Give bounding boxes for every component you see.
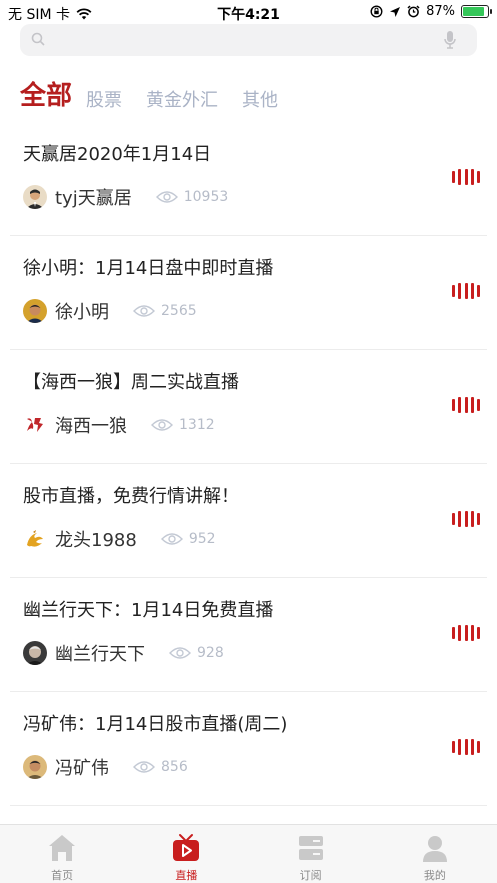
view-count-value: 928 — [197, 645, 224, 661]
tabbar-home-label: 首页 — [51, 869, 74, 882]
alarm-icon — [407, 5, 420, 18]
rotation-lock-icon — [370, 5, 383, 18]
view-count-value: 10953 — [183, 189, 229, 205]
broadcast-item[interactable]: 股市直播，免费行情讲解！ 龙头1988 952 — [10, 464, 487, 578]
view-count: 1312 — [151, 417, 215, 433]
author-name: 幽兰行天下 — [55, 644, 145, 665]
live-indicator-icon — [452, 168, 480, 186]
eye-icon — [160, 533, 183, 545]
category-tabs: 全部 股票 黄金外汇 其他 — [20, 74, 302, 114]
avatar — [23, 527, 47, 551]
tabbar-subscribe-label: 订阅 — [299, 869, 322, 882]
tabbar-mine[interactable]: 我的 — [373, 825, 497, 883]
avatar — [23, 185, 47, 209]
live-indicator-icon — [452, 738, 480, 756]
view-count-value: 952 — [188, 531, 216, 547]
view-count-value: 2565 — [161, 303, 197, 319]
tab-all[interactable]: 全部 — [20, 78, 72, 114]
author-name: tyj天赢居 — [55, 188, 132, 209]
broadcast-title: 徐小明：1月14日盘中即时直播 — [23, 258, 274, 279]
broadcast-item[interactable]: 冯矿伟：1月14日股市直播(周二) 冯矿伟 856 — [10, 692, 487, 806]
eye-icon — [169, 647, 191, 659]
broadcast-list: 天赢居2020年1月14日 tyj天赢居 10953 徐小明：1月14日盘中即时… — [0, 122, 497, 806]
author-info: 冯矿伟 856 — [23, 754, 188, 780]
status-right: 87% — [370, 4, 492, 19]
broadcast-title: 冯矿伟：1月14日股市直播(周二) — [23, 714, 288, 735]
broadcast-item[interactable]: 【海西一狼】周二实战直播 海西一狼 1312 — [10, 350, 487, 464]
eye-icon — [155, 191, 178, 203]
author-name: 徐小明 — [55, 302, 109, 323]
battery-icon — [461, 5, 492, 18]
microphone-icon[interactable] — [443, 30, 457, 50]
eye-icon — [151, 419, 173, 431]
broadcast-title: 【海西一狼】周二实战直播 — [23, 372, 239, 393]
view-count: 10953 — [155, 189, 229, 205]
avatar — [23, 413, 47, 437]
broadcast-item[interactable]: 天赢居2020年1月14日 tyj天赢居 10953 — [10, 122, 487, 236]
author-name: 龙头1988 — [55, 530, 137, 551]
search-bar[interactable] — [20, 24, 477, 56]
tabbar-home[interactable]: 首页 — [0, 825, 124, 883]
author-info: 徐小明 2565 — [23, 298, 197, 324]
avatar — [23, 299, 47, 323]
battery-percent: 87% — [426, 4, 455, 19]
author-name: 冯矿伟 — [55, 758, 109, 779]
status-bar: 无 SIM 卡 下午4:21 87% — [0, 0, 497, 24]
tabbar-subscribe[interactable]: 订阅 — [249, 825, 373, 883]
author-info: tyj天赢居 10953 — [23, 184, 228, 210]
search-icon — [31, 32, 45, 46]
eye-icon — [133, 305, 155, 317]
view-count-value: 1312 — [179, 417, 215, 433]
view-count: 2565 — [133, 303, 197, 319]
home-icon — [49, 835, 76, 861]
live-indicator-icon — [452, 282, 480, 300]
tabbar-mine-label: 我的 — [423, 869, 446, 882]
view-count: 856 — [133, 759, 188, 775]
author-info: 海西一狼 1312 — [23, 412, 215, 438]
live-indicator-icon — [452, 510, 480, 528]
avatar — [23, 755, 47, 779]
tab-stocks[interactable]: 股票 — [86, 88, 122, 114]
tab-gold-forex[interactable]: 黄金外汇 — [146, 88, 218, 114]
bottom-tab-bar: 首页 直播 订阅 我的 — [0, 824, 497, 883]
tab-other[interactable]: 其他 — [242, 88, 278, 114]
user-icon — [422, 836, 447, 862]
battery-level — [463, 7, 484, 16]
view-count: 952 — [160, 531, 216, 547]
subscribe-icon — [298, 836, 323, 860]
broadcast-item[interactable]: 幽兰行天下：1月14日免费直播 幽兰行天下 928 — [10, 578, 487, 692]
eye-icon — [133, 761, 155, 773]
author-info: 幽兰行天下 928 — [23, 640, 224, 666]
tabbar-live-label: 直播 — [175, 869, 198, 882]
broadcast-title: 天赢居2020年1月14日 — [23, 144, 212, 165]
search-input[interactable] — [56, 24, 436, 56]
tv-play-icon — [173, 834, 200, 861]
view-count-value: 856 — [161, 759, 188, 775]
live-indicator-icon — [452, 396, 480, 414]
broadcast-item[interactable]: 徐小明：1月14日盘中即时直播 徐小明 2565 — [10, 236, 487, 350]
live-indicator-icon — [452, 624, 480, 642]
view-count: 928 — [169, 645, 224, 661]
author-info: 龙头1988 952 — [23, 526, 216, 552]
tabbar-live[interactable]: 直播 — [124, 825, 248, 883]
author-name: 海西一狼 — [55, 416, 127, 437]
location-icon — [390, 6, 401, 17]
broadcast-title: 股市直播，免费行情讲解！ — [23, 486, 239, 507]
broadcast-title: 幽兰行天下：1月14日免费直播 — [23, 600, 274, 621]
avatar — [23, 641, 47, 665]
